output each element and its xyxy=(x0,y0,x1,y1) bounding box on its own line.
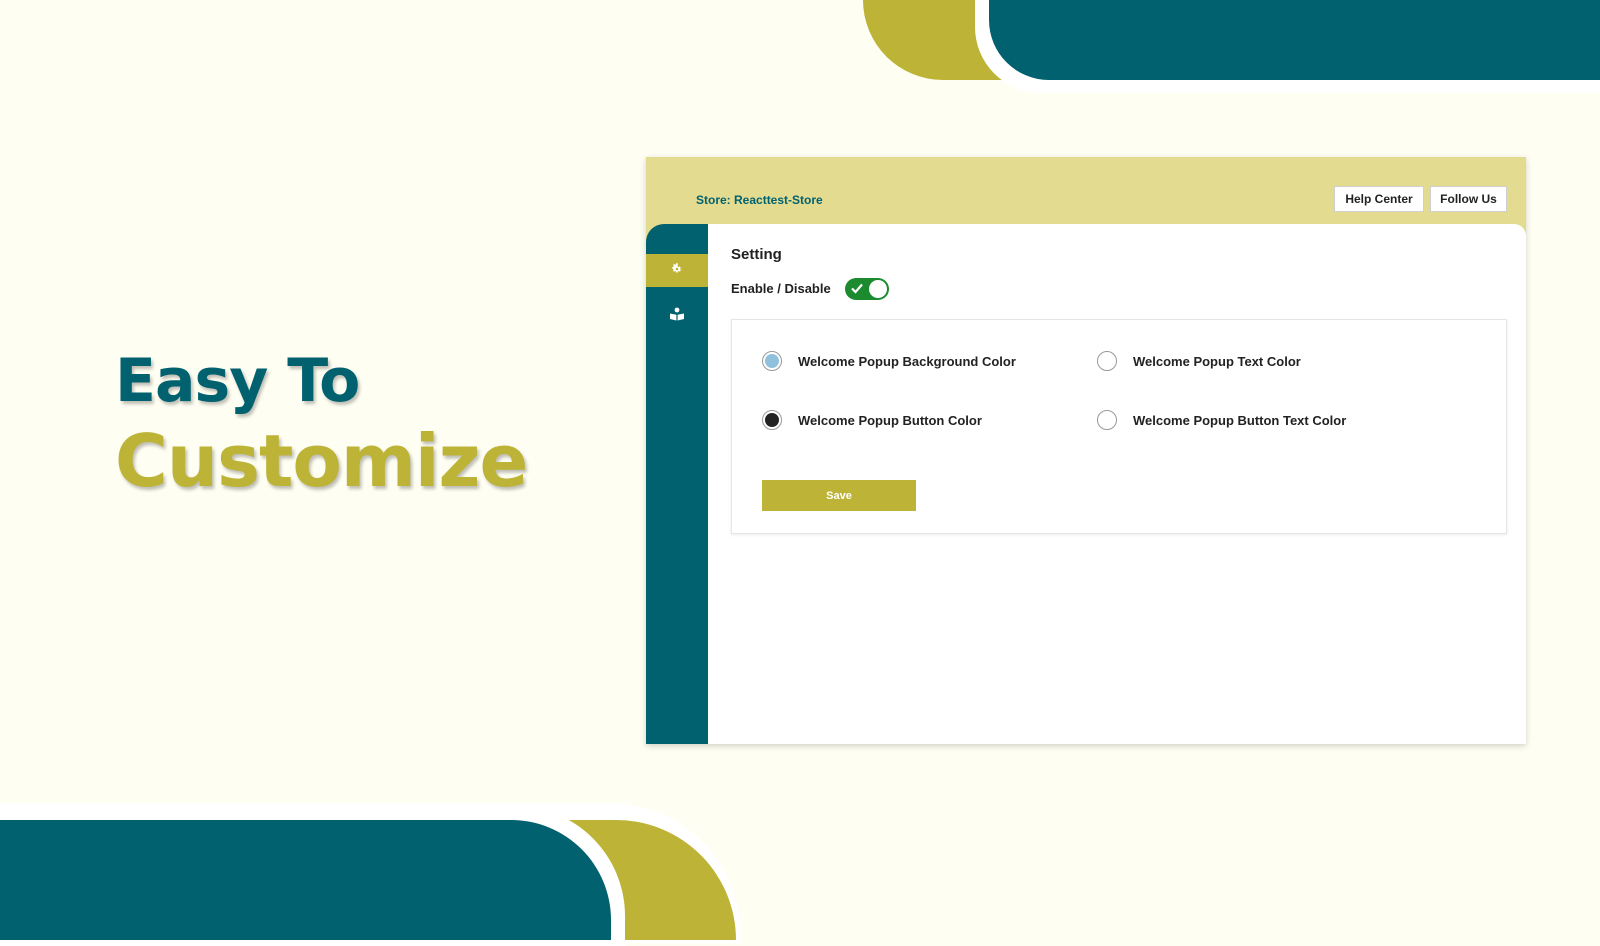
main-content: Setting Enable / Disable Welcome Popup B… xyxy=(708,224,1526,744)
follow-us-button[interactable]: Follow Us xyxy=(1430,186,1507,212)
save-button[interactable]: Save xyxy=(762,480,916,511)
check-icon xyxy=(851,283,863,294)
store-label: Store: Reacttest-Store xyxy=(696,193,823,207)
page-title: Setting xyxy=(731,246,782,263)
decor-bottom-teal xyxy=(0,820,611,940)
sidebar-item-settings[interactable] xyxy=(646,254,708,287)
option-label: Welcome Popup Button Color xyxy=(798,412,982,428)
help-center-button[interactable]: Help Center xyxy=(1334,186,1424,212)
option-label: Welcome Popup Background Color xyxy=(798,353,1016,369)
color-dot xyxy=(1100,413,1114,427)
gear-icon xyxy=(670,261,684,280)
enable-toggle[interactable] xyxy=(845,278,889,300)
app-window: Store: Reacttest-Store Help Center Follo… xyxy=(646,157,1526,744)
option-background-color[interactable]: Welcome Popup Background Color xyxy=(762,351,1016,371)
color-dot xyxy=(765,413,779,427)
headline-line-2: Customize xyxy=(115,419,528,503)
color-swatch[interactable] xyxy=(762,410,782,430)
color-swatch[interactable] xyxy=(1097,410,1117,430)
headline-line-1: Easy To xyxy=(115,346,360,416)
color-dot xyxy=(1100,354,1114,368)
option-button-color[interactable]: Welcome Popup Button Color xyxy=(762,410,982,430)
option-text-color[interactable]: Welcome Popup Text Color xyxy=(1097,351,1301,371)
decor-top-teal xyxy=(989,0,1600,80)
color-dot xyxy=(765,354,779,368)
enable-disable-label: Enable / Disable xyxy=(731,281,831,296)
sidebar-item-guide[interactable] xyxy=(646,299,708,332)
headline: Easy To Customize xyxy=(115,345,528,505)
color-settings-panel: Welcome Popup Background Color Welcome P… xyxy=(731,319,1507,534)
option-label: Welcome Popup Text Color xyxy=(1133,353,1301,369)
color-swatch[interactable] xyxy=(1097,351,1117,371)
book-user-icon xyxy=(669,306,685,325)
option-label: Welcome Popup Button Text Color xyxy=(1133,412,1347,428)
toggle-knob xyxy=(869,280,887,298)
option-button-text-color[interactable]: Welcome Popup Button Text Color xyxy=(1097,410,1346,430)
color-swatch[interactable] xyxy=(762,351,782,371)
sidebar xyxy=(646,224,708,744)
